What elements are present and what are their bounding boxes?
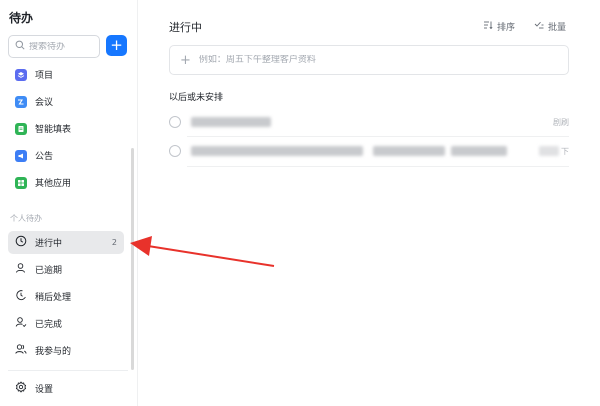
search-icon bbox=[15, 40, 25, 53]
main-panel: 进行中 排序 批量 + 以后或未安排 剧刷 下 bbox=[137, 0, 600, 406]
user-check-icon bbox=[15, 316, 27, 331]
new-task-input[interactable] bbox=[198, 55, 559, 65]
sort-icon bbox=[483, 20, 497, 33]
divider bbox=[187, 166, 569, 167]
form-icon bbox=[15, 122, 27, 135]
task-title-redacted bbox=[451, 146, 507, 156]
batch-button[interactable]: 批量 bbox=[534, 20, 566, 33]
sidebar-item-label: 我参与的 bbox=[35, 347, 72, 357]
sidebar-item-projects[interactable]: 项目 bbox=[8, 63, 124, 86]
plus-icon: + bbox=[180, 52, 191, 68]
task-title-redacted bbox=[191, 117, 271, 127]
add-task-button[interactable]: + bbox=[106, 35, 127, 56]
task-side-text: 剧刷 bbox=[553, 117, 569, 127]
section-label-personal: 个人待办 bbox=[10, 214, 42, 223]
task-meta-redacted bbox=[539, 146, 559, 156]
sidebar-item-later[interactable]: 稍后处理 bbox=[8, 285, 124, 308]
sidebar-item-label: 已完成 bbox=[35, 320, 63, 330]
task-side-text: 下 bbox=[561, 146, 569, 156]
task-checkbox[interactable] bbox=[169, 145, 181, 157]
task-row[interactable]: 下 bbox=[169, 137, 569, 165]
gear-icon bbox=[15, 381, 27, 396]
task-row[interactable]: 剧刷 bbox=[169, 108, 569, 136]
meeting-icon bbox=[15, 95, 27, 108]
new-task-box[interactable]: + bbox=[169, 45, 569, 75]
sort-button[interactable]: 排序 bbox=[483, 20, 515, 33]
sidebar-item-label: 进行中 bbox=[35, 239, 63, 249]
sidebar-item-settings[interactable]: 设置 bbox=[8, 377, 124, 400]
sidebar-item-label: 智能填表 bbox=[35, 125, 72, 135]
sidebar-item-label: 公告 bbox=[35, 152, 54, 162]
batch-label: 批量 bbox=[548, 23, 567, 33]
grid-icon bbox=[15, 176, 27, 189]
sidebar-item-label: 稍后处理 bbox=[35, 293, 72, 303]
sidebar-item-completed[interactable]: 已完成 bbox=[8, 312, 124, 335]
sidebar-item-in-progress[interactable]: 进行中 2 bbox=[8, 231, 124, 254]
sidebar-item-label: 项目 bbox=[35, 71, 54, 81]
sidebar-item-participating[interactable]: 我参与的 bbox=[8, 339, 124, 362]
count-badge: 2 bbox=[111, 238, 117, 247]
users-icon bbox=[15, 343, 27, 358]
sidebar-item-label: 设置 bbox=[35, 385, 54, 395]
snooze-icon bbox=[15, 289, 27, 304]
sidebar-item-label: 其他应用 bbox=[35, 179, 72, 189]
sidebar-scrollbar[interactable] bbox=[131, 148, 134, 370]
page-title: 进行中 bbox=[169, 21, 202, 34]
task-title-redacted bbox=[373, 146, 445, 156]
sidebar-item-announcements[interactable]: 公告 bbox=[8, 144, 124, 167]
search-box[interactable] bbox=[8, 35, 100, 58]
sidebar-item-overdue[interactable]: 已逾期 bbox=[8, 258, 124, 281]
divider bbox=[8, 370, 128, 371]
sidebar-item-label: 已逾期 bbox=[35, 266, 63, 276]
sidebar-item-smart-form[interactable]: 智能填表 bbox=[8, 117, 124, 140]
sidebar-title: 待办 bbox=[9, 11, 34, 25]
sidebar: 待办 + 项目 会议 智能填表 公告 其他应用 个人待 bbox=[0, 0, 137, 406]
task-checkbox[interactable] bbox=[169, 116, 181, 128]
sort-label: 排序 bbox=[497, 23, 516, 33]
sidebar-item-meetings[interactable]: 会议 bbox=[8, 90, 124, 113]
task-title-redacted bbox=[191, 146, 363, 156]
group-label: 以后或未安排 bbox=[169, 93, 224, 103]
clock-icon bbox=[15, 235, 27, 250]
layers-icon bbox=[15, 68, 27, 81]
sidebar-item-label: 会议 bbox=[35, 98, 54, 108]
megaphone-icon bbox=[15, 149, 27, 162]
search-input[interactable] bbox=[29, 41, 97, 52]
sidebar-item-other-apps[interactable]: 其他应用 bbox=[8, 171, 124, 194]
batch-check-icon bbox=[534, 20, 548, 33]
plus-icon: + bbox=[110, 36, 123, 54]
user-alert-icon bbox=[15, 262, 27, 277]
